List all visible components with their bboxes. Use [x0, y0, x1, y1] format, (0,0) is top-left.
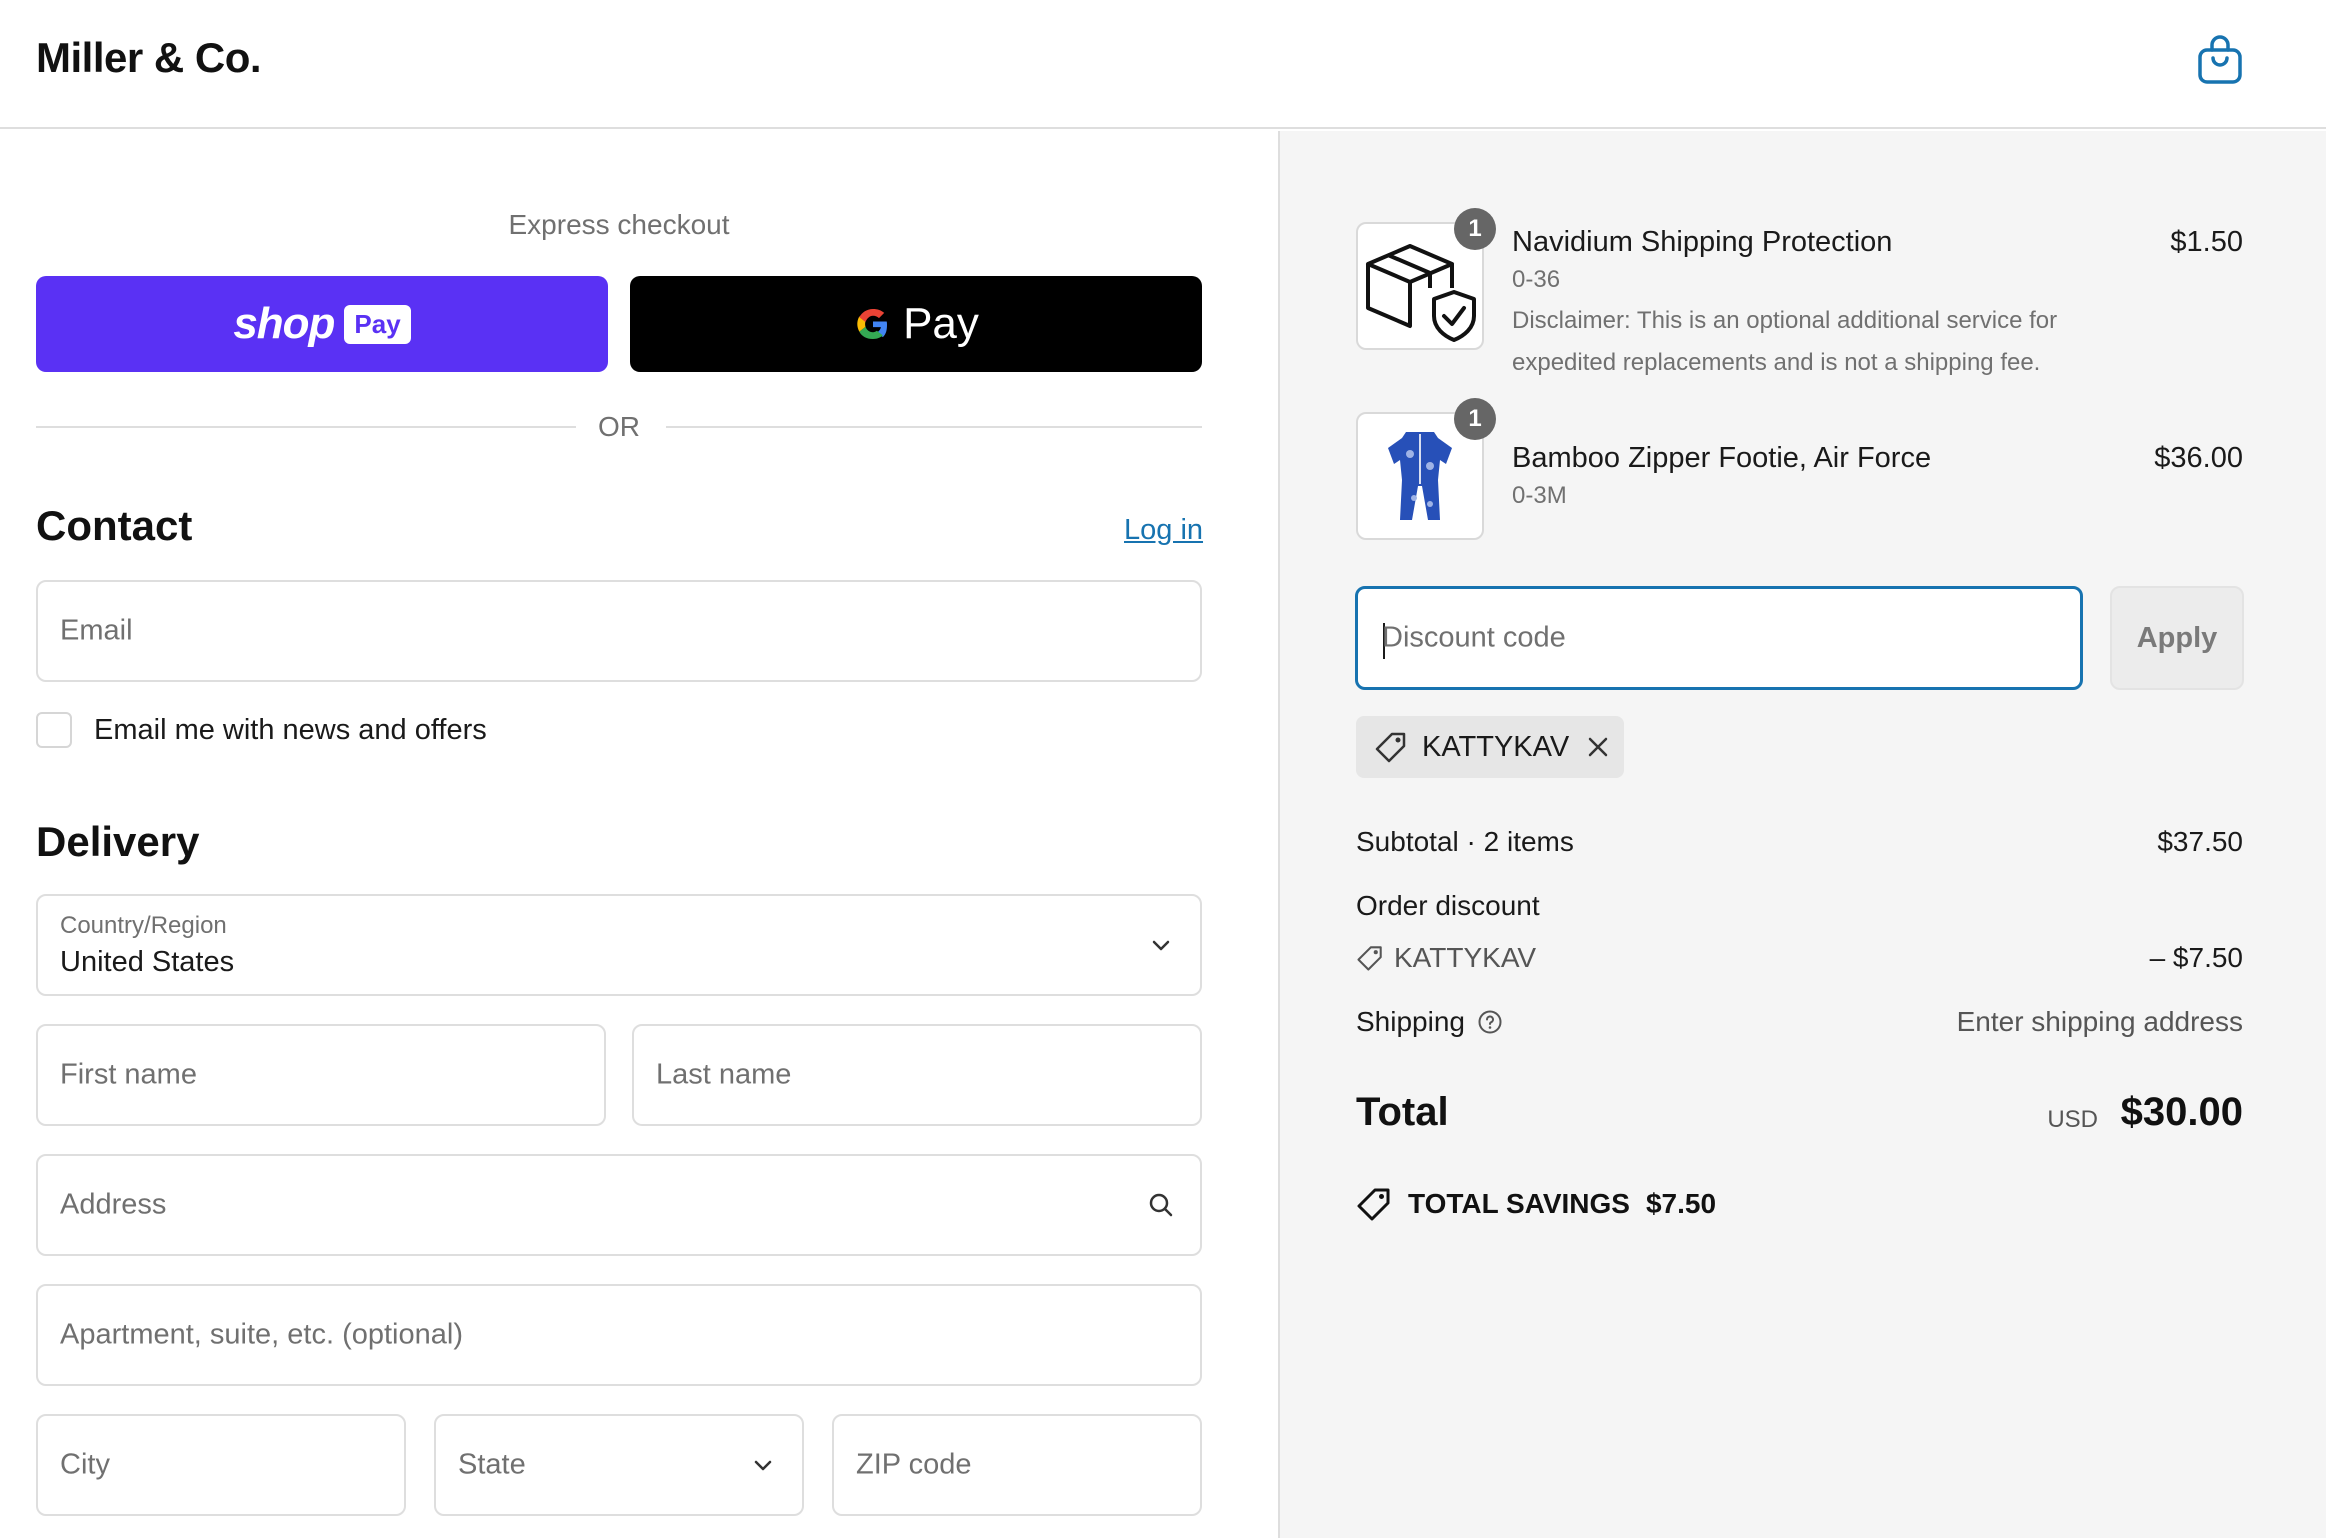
item-price: $36.00 [2154, 442, 2243, 474]
total-savings-label: TOTAL SAVINGS [1408, 1188, 1630, 1219]
order-discount-code-row: KATTYKAV [1356, 942, 1536, 974]
close-icon[interactable] [1583, 732, 1613, 762]
state-placeholder: State [458, 1448, 526, 1481]
item-price: $1.50 [2170, 226, 2243, 258]
contact-heading: Contact [36, 502, 193, 549]
zip-placeholder: ZIP code [856, 1448, 972, 1481]
first-name-field[interactable]: First name [36, 1024, 606, 1126]
address-field[interactable]: Address [36, 1154, 1202, 1256]
email-placeholder: Email [60, 614, 133, 647]
item-quantity-badge: 1 [1454, 398, 1496, 440]
express-checkout-label: Express checkout [508, 209, 730, 240]
discount-code-input[interactable]: Discount code [1355, 586, 2083, 690]
subtotal-label: Subtotal · 2 items [1356, 826, 1574, 857]
order-discount-code: KATTYKAV [1394, 942, 1537, 973]
item-name: Navidium Shipping Protection [1512, 226, 1893, 258]
brand-logo[interactable]: Miller & Co. [36, 34, 262, 82]
email-field[interactable]: Email [36, 580, 1202, 682]
shop-pay-wordmark: shop [233, 299, 335, 348]
total-savings-value: $7.50 [1645, 1188, 1717, 1219]
login-link[interactable]: Log in [1124, 514, 1203, 547]
total-label: Total [1356, 1090, 1449, 1134]
shop-pay-button[interactable]: shop Pay [36, 276, 608, 372]
order-discount-value: – $7.50 [2149, 942, 2243, 973]
chevron-down-icon [754, 1460, 772, 1471]
shopping-bag-icon[interactable] [2196, 34, 2244, 86]
savings-tag-icon [1357, 1188, 1390, 1221]
google-pay-button[interactable]: Pay [630, 276, 1202, 372]
search-icon[interactable] [1146, 1190, 1176, 1220]
address-placeholder: Address [60, 1188, 167, 1221]
zip-field[interactable]: ZIP code [832, 1414, 1202, 1516]
tag-icon [1357, 946, 1382, 971]
apply-discount-button[interactable]: Apply [2110, 586, 2244, 690]
total-savings-row: TOTAL SAVINGS $7.50 [1356, 1186, 1716, 1222]
help-circle-icon[interactable] [1477, 1009, 1503, 1035]
shipping-row: Shipping [1356, 1006, 1503, 1038]
google-pay-label: Pay [903, 299, 979, 348]
item-disclaimer: Disclaimer: This is an optional addition… [1512, 307, 2058, 376]
google-g-icon [857, 309, 888, 339]
discount-placeholder: Discount code [1382, 621, 1566, 654]
shop-pay-badge: Pay [344, 304, 411, 344]
delivery-heading: Delivery [36, 818, 200, 865]
country-value: United States [60, 946, 235, 978]
tag-icon [1375, 732, 1406, 763]
divider-right [666, 426, 1202, 428]
apartment-placeholder: Apartment, suite, etc. (optional) [60, 1318, 463, 1351]
item-name: Bamboo Zipper Footie, Air Force [1512, 442, 1932, 474]
total-value: $30.00 [2120, 1090, 2243, 1134]
country-select[interactable]: Country/Region United States [36, 894, 1202, 996]
subtotal-value: $37.50 [2157, 826, 2243, 857]
order-discount-label: Order discount [1356, 890, 1540, 921]
newsletter-label[interactable]: Email me with news and offers [94, 714, 487, 747]
applied-discount-tag: KATTYKAV [1356, 716, 1624, 778]
last-name-field[interactable]: Last name [632, 1024, 1202, 1126]
item-variant: 0-3M [1512, 482, 1567, 509]
city-field[interactable]: City [36, 1414, 406, 1516]
newsletter-checkbox[interactable] [36, 712, 72, 748]
divider-left [36, 426, 576, 428]
item-quantity-badge: 1 [1454, 208, 1496, 250]
applied-discount-code: KATTYKAV [1422, 730, 1570, 763]
or-divider-label: OR [598, 411, 640, 442]
country-label: Country/Region [60, 912, 227, 939]
last-name-placeholder: Last name [656, 1058, 792, 1091]
shipping-label: Shipping [1356, 1006, 1465, 1037]
header: Miller & Co. [0, 0, 2326, 129]
city-placeholder: City [60, 1448, 110, 1481]
shipping-value: Enter shipping address [1956, 1006, 2243, 1037]
total-currency: USD [2047, 1106, 2098, 1133]
apartment-field[interactable]: Apartment, suite, etc. (optional) [36, 1284, 1202, 1386]
item-variant: 0-36 [1512, 266, 1561, 293]
state-select[interactable]: State [434, 1414, 804, 1516]
first-name-placeholder: First name [60, 1058, 197, 1091]
chevron-down-icon [1152, 940, 1170, 951]
